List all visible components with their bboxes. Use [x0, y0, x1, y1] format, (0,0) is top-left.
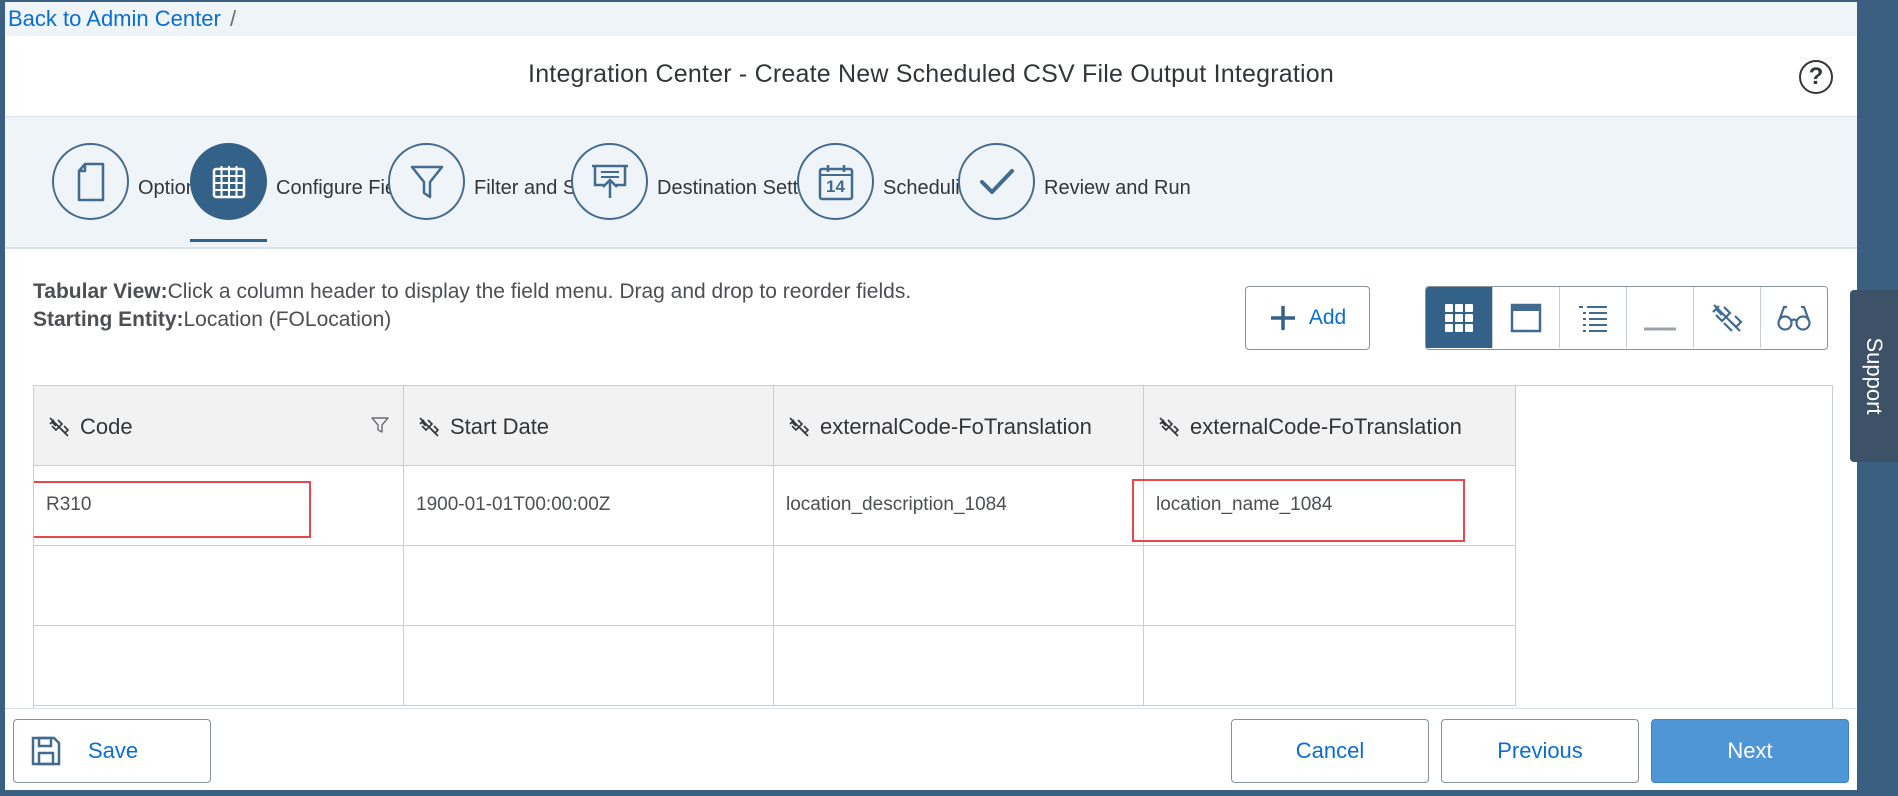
column-header-start-date[interactable]: Start Date	[404, 386, 774, 466]
unlink-icon	[1159, 417, 1180, 437]
column-header-label: Start Date	[450, 414, 550, 439]
minimize-icon[interactable]	[1626, 287, 1693, 348]
calendar-icon: 14	[797, 143, 874, 220]
filter-icon[interactable]	[371, 416, 389, 434]
grid-view-icon[interactable]	[1426, 287, 1492, 348]
table-cell[interactable]: 1900-01-01T00:00:00Z	[404, 466, 774, 546]
add-button-label: Add	[1308, 306, 1347, 329]
table-cell[interactable]	[1144, 546, 1516, 626]
table-cell[interactable]: location_description_1084	[774, 466, 1144, 546]
calendar-day: 14	[826, 176, 845, 196]
unlink-icon	[789, 417, 810, 437]
upload-icon	[571, 143, 648, 220]
list-view-icon[interactable]	[1559, 287, 1626, 348]
help-icon[interactable]: ?	[1799, 60, 1833, 94]
document-icon	[52, 143, 129, 220]
add-field-button[interactable]: Add	[1245, 286, 1370, 350]
save-button-label: Save	[88, 738, 139, 763]
integration-center-window: Back to Admin Center / Integration Cente…	[5, 2, 1857, 790]
unlink-icon	[49, 417, 70, 437]
table-cell[interactable]	[34, 626, 404, 706]
preview-icon[interactable]	[1760, 287, 1827, 348]
table-cell[interactable]	[34, 546, 404, 626]
highlight-box-code	[34, 481, 311, 538]
active-step-indicator	[190, 239, 267, 242]
previous-button[interactable]: Previous	[1441, 719, 1639, 783]
grid-icon	[190, 143, 267, 220]
column-header-label: externalCode-FoTranslation	[1190, 414, 1462, 439]
save-icon	[31, 736, 61, 766]
unlink-icon	[419, 417, 440, 437]
support-label: Support	[1862, 337, 1887, 415]
cancel-button-label: Cancel	[1295, 738, 1365, 763]
tabular-view-label: Tabular View:	[33, 280, 168, 303]
plus-icon	[1270, 306, 1295, 330]
table-cell[interactable]	[774, 626, 1144, 706]
column-header-external-code-description[interactable]: externalCode-FoTranslation	[774, 386, 1144, 466]
column-header-code[interactable]: Code	[34, 386, 404, 466]
save-button[interactable]: Save	[13, 719, 211, 783]
table-cell[interactable]	[1144, 626, 1516, 706]
table-empty-area	[1516, 386, 1832, 466]
checkmark-icon	[958, 143, 1035, 220]
detail-view-icon[interactable]	[1492, 287, 1559, 348]
table-cell[interactable]	[404, 546, 774, 626]
unlink-icon[interactable]	[1693, 287, 1760, 348]
column-header-label: Code	[80, 414, 133, 439]
page-title: Integration Center - Create New Schedule…	[528, 60, 1334, 88]
highlight-box-location-name	[1132, 479, 1465, 542]
breadcrumb-separator: /	[230, 6, 237, 31]
configure-fields-description: Tabular View:Click a column header to di…	[33, 278, 911, 334]
table-cell[interactable]	[404, 626, 774, 706]
next-button-label: Next	[1727, 738, 1773, 763]
starting-entity-value: Location (FOLocation)	[183, 308, 392, 331]
table-cell[interactable]	[774, 546, 1144, 626]
starting-entity-label: Starting Entity:	[33, 308, 184, 331]
next-button[interactable]: Next	[1651, 719, 1849, 783]
back-to-admin-center-link[interactable]: Back to Admin Center	[8, 6, 221, 32]
column-header-external-code-name[interactable]: externalCode-FoTranslation	[1144, 386, 1516, 466]
support-tab[interactable]: Support	[1850, 290, 1898, 462]
fields-table: Code Start Date externalCode-FoTranslati…	[33, 385, 1833, 710]
column-header-label: externalCode-FoTranslation	[820, 414, 1092, 439]
wizard-steps: Options Configure Fields Filter and Sort…	[5, 117, 1857, 249]
tabular-view-text: Click a column header to display the fie…	[167, 280, 912, 303]
footer-toolbar: Save Cancel Previous Next	[5, 708, 1857, 790]
view-mode-toggle	[1425, 286, 1828, 350]
title-bar: Integration Center - Create New Schedule…	[5, 36, 1857, 117]
step-label: Review and Run	[1044, 177, 1191, 199]
filter-icon	[388, 143, 465, 220]
cancel-button[interactable]: Cancel	[1231, 719, 1429, 783]
breadcrumb: Back to Admin Center /	[5, 2, 1857, 36]
previous-button-label: Previous	[1497, 738, 1583, 763]
